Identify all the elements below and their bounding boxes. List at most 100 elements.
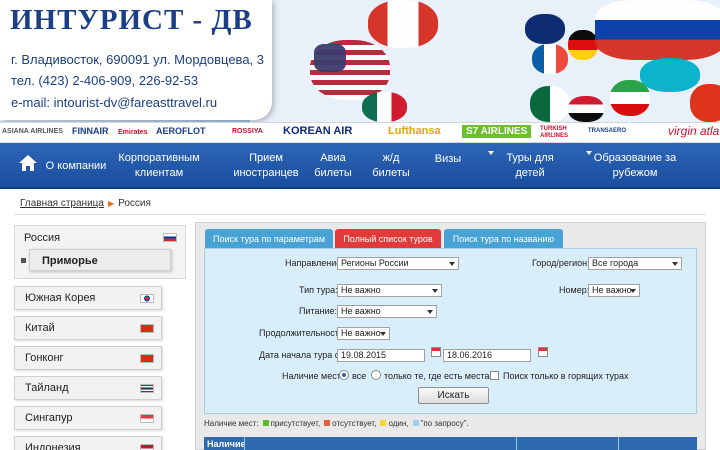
- sidebar-item-russia[interactable]: Россия: [24, 232, 60, 244]
- sidebar-item-label: Индонезия: [25, 442, 81, 450]
- contact-address: г. Владивосток, 690091 ул. Мордовцева, 3: [11, 52, 264, 67]
- sidebar-item-china[interactable]: Китай: [14, 316, 162, 340]
- direction-select-value: Регионы России: [341, 258, 409, 268]
- flag-korea-icon: [140, 294, 154, 303]
- flag-egypt-image: [568, 96, 604, 122]
- table-header-availability: Наличие: [207, 439, 246, 449]
- airline-logo-aeroflot[interactable]: AEROFLOT: [156, 126, 206, 136]
- nav-item-visas[interactable]: Визы: [428, 143, 468, 189]
- tab-search-by-params[interactable]: Поиск тура по параметрам: [205, 229, 333, 248]
- nav-item-label: Корпоративным клиентам: [118, 152, 200, 179]
- flag-singapore-icon: [140, 414, 154, 423]
- flag-china-icon: [140, 324, 154, 333]
- city-select[interactable]: Все города: [588, 257, 682, 270]
- nav-item-label: Туры для детей: [506, 152, 554, 179]
- search-button[interactable]: Искать: [418, 387, 489, 404]
- main-nav: О компании Корпоративным клиентам Прием …: [0, 143, 720, 189]
- room-select[interactable]: Не важно: [588, 284, 640, 297]
- availability-all-radio[interactable]: [339, 370, 349, 380]
- flag-china-image: [690, 84, 720, 122]
- legend-title: Наличие мест:: [204, 419, 259, 428]
- sidebar-item-south-korea[interactable]: Южная Корея: [14, 286, 162, 310]
- airline-logo-turkish[interactable]: TURKISH AIRLINES: [540, 126, 570, 140]
- nav-item-label: О компании: [45, 159, 107, 172]
- meal-label: Питание:: [299, 306, 338, 316]
- hot-tours-checkbox[interactable]: [490, 371, 499, 380]
- legend-present-label: присутствует,: [270, 419, 321, 428]
- sidebar-item-indonesia[interactable]: Индонезия: [14, 436, 162, 450]
- airline-logo-rossiya[interactable]: ROSSIYA: [232, 128, 263, 135]
- hot-tours-label: Поиск только в горящих турах: [503, 371, 629, 381]
- room-select-value: Не важно: [592, 285, 632, 295]
- tour-table-header: Наличие: [204, 437, 697, 450]
- date-label: Дата начала тура с:: [259, 350, 342, 360]
- tab-search-by-name[interactable]: Поиск тура по названию: [444, 229, 563, 248]
- duration-select-value: Не важно: [341, 328, 381, 338]
- nav-item-kids-tours[interactable]: Туры для детей: [496, 143, 564, 189]
- flag-france-image: [532, 44, 568, 74]
- duration-select[interactable]: Не важно: [337, 327, 390, 340]
- nav-item-label: Визы: [434, 153, 462, 165]
- airline-logo-s7[interactable]: S7 AIRLINES: [462, 125, 532, 138]
- calendar-to-icon[interactable]: [538, 347, 548, 357]
- chevron-down-icon: [672, 262, 678, 266]
- airline-logo-emirates[interactable]: Emirates: [118, 129, 148, 136]
- direction-select[interactable]: Регионы России: [337, 257, 459, 270]
- nav-item-education[interactable]: Образование за рубежом: [590, 143, 680, 189]
- airline-logo-virgin[interactable]: virgin atla: [668, 124, 719, 138]
- flag-hongkong-icon: [140, 354, 154, 363]
- direction-label: Направление:: [285, 258, 344, 268]
- nav-item-inbound[interactable]: Прием иностранцев: [226, 143, 306, 189]
- tour-type-select[interactable]: Не важно: [337, 284, 442, 297]
- airline-logo-finnair[interactable]: FINNAIR: [72, 126, 109, 136]
- sidebar-item-singapore[interactable]: Сингапур: [14, 406, 162, 430]
- availability-label: Наличие мест:: [282, 371, 344, 381]
- world-flags-map: [250, 0, 720, 122]
- flag-russia-image: [595, 0, 720, 60]
- sidebar-item-thailand[interactable]: Тайланд: [14, 376, 162, 400]
- home-icon[interactable]: [18, 153, 38, 173]
- chevron-down-icon: [432, 289, 438, 293]
- breadcrumb-arrow-icon: ▶: [107, 199, 115, 208]
- date-from-input[interactable]: 19.08.2015: [337, 349, 425, 362]
- contact-phone: тел. (423) 2-406-909, 226-92-53: [11, 73, 199, 88]
- flag-algeria-image: [530, 86, 570, 122]
- nav-item-air-tickets[interactable]: Авиа билеты: [310, 143, 356, 189]
- chevron-down-icon: [380, 332, 386, 336]
- table-column-divider: [618, 437, 619, 450]
- sidebar-item-label: Тайланд: [25, 382, 69, 394]
- city-label: Город/регион:: [532, 258, 590, 268]
- nav-dropdown-arrow-icon: [488, 151, 494, 155]
- tab-full-tour-list[interactable]: Полный список туров: [335, 229, 441, 248]
- flag-canada-image: [368, 0, 438, 48]
- airline-logo-lufthansa[interactable]: Lufthansa: [388, 125, 441, 137]
- airline-logo-korean-air[interactable]: KOREAN AIR: [283, 125, 352, 137]
- flag-uk-image: [525, 14, 565, 44]
- nav-item-label: Авиа билеты: [314, 152, 352, 179]
- date-to-input[interactable]: 18.06.2016: [443, 349, 531, 362]
- breadcrumb-home-link[interactable]: Главная страница: [20, 198, 104, 209]
- flag-russia-icon: [163, 233, 177, 242]
- sidebar-subitem-primorye[interactable]: Приморье: [21, 249, 171, 271]
- nav-item-about[interactable]: О компании: [38, 143, 114, 189]
- flag-germany-image: [568, 30, 598, 60]
- airline-logo-asiana[interactable]: ASIANA AIRLINES: [2, 128, 63, 135]
- meal-select[interactable]: Не важно: [337, 305, 437, 318]
- sidebar-item-label: Китай: [25, 322, 55, 334]
- flag-thailand-icon: [140, 384, 154, 393]
- chevron-down-icon: [630, 289, 636, 293]
- legend-absent-label: отсутствует,: [332, 419, 377, 428]
- availability-all-label: все: [352, 371, 367, 381]
- legend-one-label: один,: [388, 419, 409, 428]
- sidebar-active-group: Россия Приморье: [14, 225, 186, 279]
- site-logo[interactable]: ИНТУРИСТ - ДВ: [10, 4, 253, 37]
- sidebar-item-hong-kong[interactable]: Гонконг: [14, 346, 162, 370]
- availability-only-radio[interactable]: [371, 370, 381, 380]
- flag-indonesia-icon: [140, 444, 154, 450]
- calendar-from-icon[interactable]: [431, 347, 441, 357]
- airline-logo-transaero[interactable]: TRANSAERO: [588, 128, 626, 134]
- flag-mexico-image: [362, 92, 407, 122]
- nav-item-rail-tickets[interactable]: ж/д билеты: [368, 143, 414, 189]
- contact-email: e-mail: intourist-dv@fareasttravel.ru: [11, 95, 218, 110]
- nav-item-corporate[interactable]: Корпоративным клиентам: [114, 143, 204, 189]
